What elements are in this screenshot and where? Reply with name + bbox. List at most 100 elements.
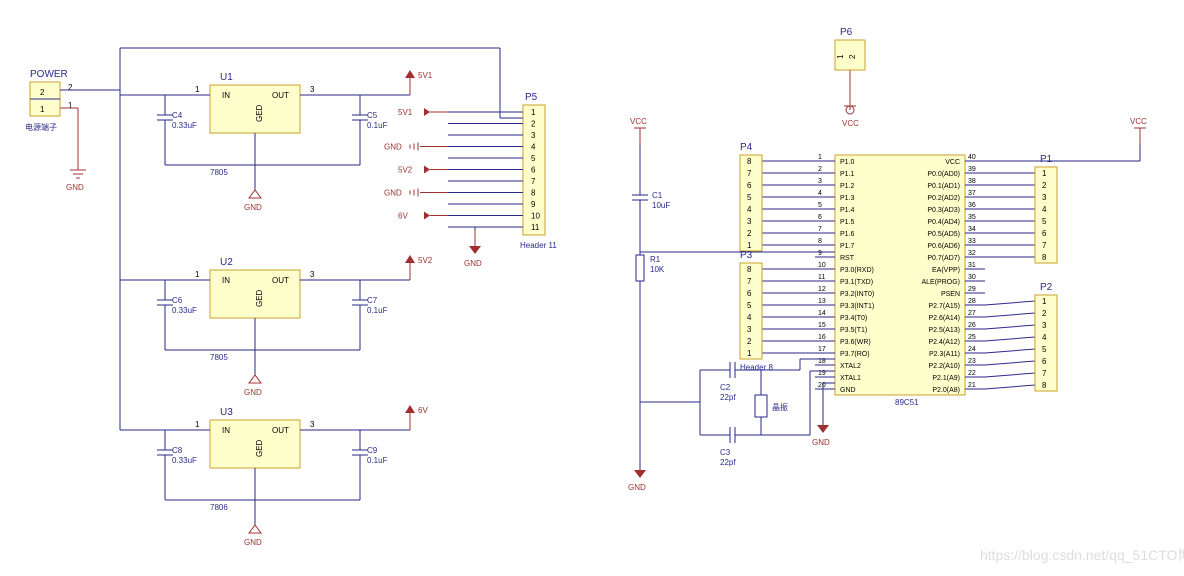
svg-text:5V1: 5V1 <box>418 71 433 80</box>
svg-text:7806: 7806 <box>210 503 228 512</box>
svg-text:C7: C7 <box>367 296 378 305</box>
svg-text:VCC: VCC <box>945 159 960 166</box>
svg-text:P3.7(RO): P3.7(RO) <box>840 351 870 358</box>
svg-text:3: 3 <box>310 85 315 94</box>
svg-text:7: 7 <box>747 169 752 178</box>
svg-text:11: 11 <box>531 223 540 232</box>
svg-text:8: 8 <box>747 265 752 274</box>
svg-text:8: 8 <box>1042 381 1047 390</box>
svg-text:21: 21 <box>968 382 976 389</box>
svg-text:6: 6 <box>1042 229 1047 238</box>
svg-text:P2.3(A11): P2.3(A11) <box>929 351 960 358</box>
svg-text:5V2: 5V2 <box>418 256 433 265</box>
svg-text:VCC: VCC <box>1130 117 1147 126</box>
watermark: https://blog.csdn.net/qq_51CTO博客 <box>980 547 1184 563</box>
svg-text:9: 9 <box>818 250 822 257</box>
svg-text:GED: GED <box>255 439 264 457</box>
svg-text:1: 1 <box>818 154 822 161</box>
svg-text:4: 4 <box>747 205 752 214</box>
svg-text:1: 1 <box>1042 169 1047 178</box>
svg-text:IN: IN <box>222 426 230 435</box>
svg-text:Header 11: Header 11 <box>520 241 557 250</box>
svg-text:P0.4(AD4): P0.4(AD4) <box>927 219 960 226</box>
svg-text:3: 3 <box>818 178 822 185</box>
svg-text:5: 5 <box>747 301 752 310</box>
svg-text:XTAL1: XTAL1 <box>840 375 861 382</box>
svg-text:P1.6: P1.6 <box>840 231 855 238</box>
svg-text:38: 38 <box>968 178 976 185</box>
svg-text:3: 3 <box>310 270 315 279</box>
svg-text:7805: 7805 <box>210 353 228 362</box>
svg-text:OUT: OUT <box>272 91 289 100</box>
svg-text:P2.2(A10): P2.2(A10) <box>928 363 960 370</box>
svg-text:GND: GND <box>66 183 84 192</box>
svg-text:4: 4 <box>531 143 536 152</box>
svg-text:37: 37 <box>968 190 976 197</box>
svg-text:GED: GED <box>255 289 264 307</box>
svg-text:OUT: OUT <box>272 276 289 285</box>
svg-text:P3.3(INT1): P3.3(INT1) <box>840 303 874 310</box>
svg-text:C6: C6 <box>172 296 183 305</box>
svg-text:2: 2 <box>747 229 752 238</box>
svg-text:3: 3 <box>310 420 315 429</box>
svg-text:34: 34 <box>968 226 976 233</box>
svg-text:24: 24 <box>968 346 976 353</box>
svg-text:22pf: 22pf <box>720 393 736 402</box>
svg-text:10K: 10K <box>650 265 665 274</box>
svg-text:IN: IN <box>222 276 230 285</box>
svg-text:P3.6(WR): P3.6(WR) <box>840 339 871 346</box>
svg-text:P1.1: P1.1 <box>840 171 855 178</box>
svg-text:2: 2 <box>531 120 536 129</box>
connector-p3: P3 87654321 Header 8 <box>740 250 773 372</box>
svg-text:2: 2 <box>848 54 857 59</box>
svg-text:1: 1 <box>1042 297 1047 306</box>
svg-text:P3.1(TXD): P3.1(TXD) <box>840 279 873 286</box>
svg-text:4: 4 <box>818 190 822 197</box>
svg-text:GED: GED <box>255 104 264 122</box>
gnd-icon <box>70 170 86 178</box>
svg-text:P2.4(A12): P2.4(A12) <box>928 339 960 346</box>
power-note: 电源端子 <box>25 122 57 132</box>
svg-text:10uF: 10uF <box>652 201 670 210</box>
svg-text:VCC: VCC <box>842 119 859 128</box>
svg-text:3: 3 <box>1042 193 1047 202</box>
svg-text:R1: R1 <box>650 255 661 264</box>
svg-text:P1.5: P1.5 <box>840 219 855 226</box>
svg-text:GND: GND <box>244 203 262 212</box>
svg-text:P1.3: P1.3 <box>840 195 855 202</box>
svg-text:P0.3(AD3): P0.3(AD3) <box>927 207 960 214</box>
svg-text:P0.0(AD0): P0.0(AD0) <box>927 171 960 178</box>
mcu-gnd: GND <box>812 383 835 447</box>
svg-text:33: 33 <box>968 238 976 245</box>
svg-text:P2.0(A8): P2.0(A8) <box>932 387 960 394</box>
svg-text:EA(VPP): EA(VPP) <box>932 267 960 274</box>
svg-text:8: 8 <box>747 157 752 166</box>
svg-text:26: 26 <box>968 322 976 329</box>
svg-text:32: 32 <box>968 250 976 257</box>
svg-text:2: 2 <box>747 337 752 346</box>
svg-text:7: 7 <box>747 277 752 286</box>
svg-text:10: 10 <box>818 262 826 269</box>
svg-text:6: 6 <box>818 214 822 221</box>
svg-text:P2.6(A14): P2.6(A14) <box>928 315 960 322</box>
svg-text:1: 1 <box>68 101 73 110</box>
power-label: POWER <box>30 69 68 80</box>
svg-text:P1.2: P1.2 <box>840 183 855 190</box>
svg-text:4: 4 <box>1042 333 1047 342</box>
vcc-right: VCC <box>1130 117 1147 145</box>
svg-text:P6: P6 <box>840 27 853 38</box>
svg-text:P2.5(A13): P2.5(A13) <box>928 327 960 334</box>
svg-text:17: 17 <box>818 346 826 353</box>
svg-text:6: 6 <box>747 289 752 298</box>
svg-text:IN: IN <box>222 91 230 100</box>
svg-text:P2: P2 <box>1040 282 1053 293</box>
svg-text:1: 1 <box>531 108 536 117</box>
svg-text:P0.5(AD5): P0.5(AD5) <box>927 231 960 238</box>
svg-text:22: 22 <box>968 370 976 377</box>
svg-text:P0.6(AD6): P0.6(AD6) <box>927 243 960 250</box>
svg-text:OUT: OUT <box>272 426 289 435</box>
svg-text:15: 15 <box>818 322 826 329</box>
svg-text:GND: GND <box>464 259 482 268</box>
svg-text:C8: C8 <box>172 446 183 455</box>
gnd-icon <box>249 190 261 198</box>
